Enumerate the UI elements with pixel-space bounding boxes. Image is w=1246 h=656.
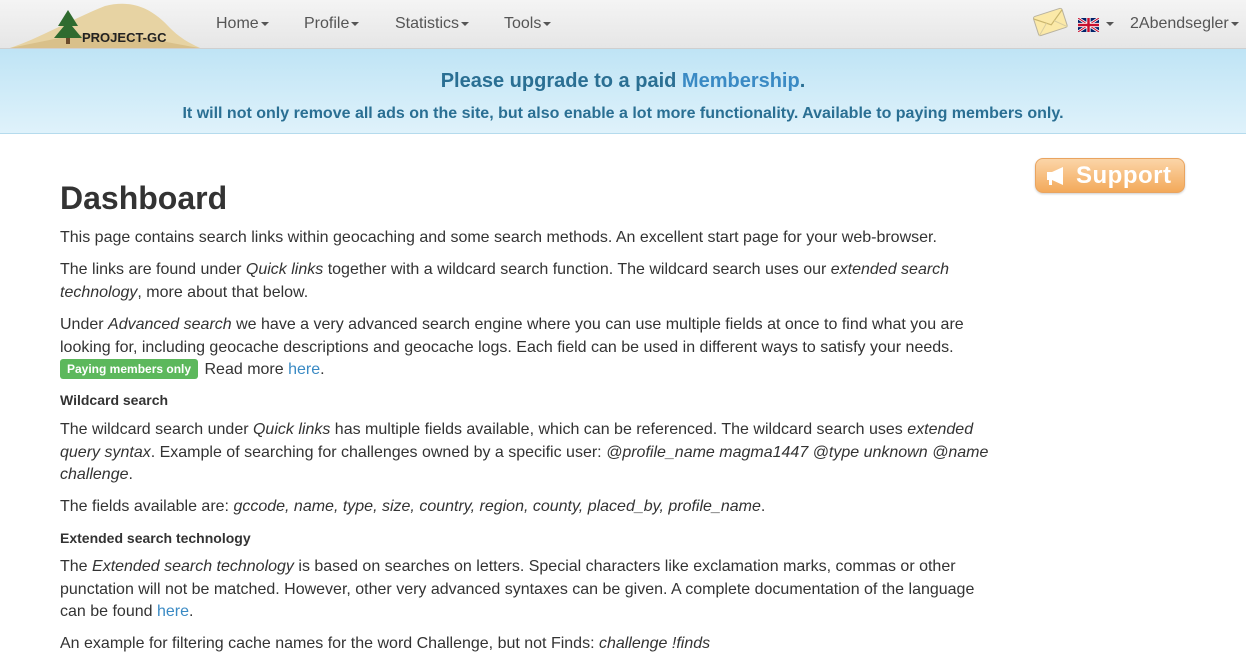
mail-icon[interactable]: [1031, 2, 1069, 40]
caret-down-icon: [543, 21, 552, 26]
fields-paragraph: The fields available are: gccode, name, …: [60, 496, 990, 519]
text: challenge !finds: [598, 635, 711, 652]
text: The fields available are:: [60, 498, 234, 515]
support-label: Support: [1076, 162, 1172, 189]
text: Quick links: [252, 421, 331, 438]
text: The: [60, 558, 93, 575]
nav-tools-label: Tools: [504, 15, 542, 32]
nav-statistics-label: Statistics: [395, 15, 460, 32]
quick-links-paragraph: The links are found under Quick links to…: [60, 259, 990, 304]
top-navbar: PROJECT-GC Home Profile Statistics Tools: [0, 0, 1246, 49]
banner-title-suffix: .: [799, 70, 806, 92]
extended-heading: Extended search technology: [60, 530, 251, 546]
nav-tools[interactable]: Tools: [504, 0, 552, 48]
banner-title-prefix: Please upgrade to a paid: [440, 70, 682, 92]
text: .: [189, 603, 194, 620]
membership-link[interactable]: Membership: [682, 70, 800, 92]
text: together with a wildcard search function…: [323, 261, 831, 278]
text: Advanced search: [108, 316, 232, 333]
banner-title: Please upgrade to a paid Membership.: [0, 70, 1246, 93]
logo-text: PROJECT-GC: [82, 30, 167, 45]
banner-subtitle: It will not only remove all ads on the s…: [182, 105, 1064, 122]
wildcard-paragraph: The wildcard search under Quick links ha…: [60, 419, 990, 487]
caret-down-icon: [461, 21, 470, 26]
caret-down-icon: [351, 21, 360, 26]
text: The links are found under: [60, 261, 246, 278]
text: , more about that below.: [137, 283, 309, 301]
wildcard-heading: Wildcard search: [60, 392, 169, 408]
caret-down-icon: [1106, 22, 1114, 26]
nav-profile-label: Profile: [304, 15, 350, 32]
language-selector[interactable]: [1076, 0, 1116, 48]
page-title: Dashboard: [60, 180, 228, 216]
text: .: [128, 466, 133, 483]
text: Extended search technology: [92, 558, 294, 575]
caret-down-icon: [260, 21, 269, 26]
text: .: [760, 498, 766, 515]
intro-paragraph: This page contains search links within g…: [60, 229, 937, 246]
text: Quick links: [245, 261, 324, 278]
example-paragraph: An example for filtering cache names for…: [60, 633, 990, 656]
text: An example for filtering cache names for…: [60, 635, 599, 652]
documentation-link[interactable]: here: [157, 603, 189, 620]
text: .: [320, 361, 325, 378]
megaphone-icon: [1047, 167, 1063, 185]
nav-home-label: Home: [216, 15, 259, 32]
support-button[interactable]: Support: [1035, 158, 1185, 193]
uk-flag-icon: [1078, 18, 1099, 32]
text: . Example of searching for challenges ow…: [150, 443, 607, 461]
text: Read more: [200, 361, 289, 378]
nav-statistics[interactable]: Statistics: [395, 0, 470, 48]
user-menu[interactable]: 2Abendsegler: [1130, 0, 1239, 48]
text: has multiple fields available, which can…: [330, 421, 908, 438]
membership-banner: Please upgrade to a paid Membership. It …: [0, 49, 1246, 134]
username: 2Abendsegler: [1130, 15, 1229, 32]
text: The wildcard search under: [60, 421, 253, 438]
text: Under: [60, 316, 109, 333]
nav-profile[interactable]: Profile: [304, 0, 360, 48]
advanced-search-paragraph: Under Advanced search we have a very adv…: [60, 314, 990, 382]
text: gccode, name, type, size, country, regio…: [233, 498, 761, 515]
nav-home[interactable]: Home: [216, 0, 269, 48]
project-gc-logo[interactable]: PROJECT-GC: [10, 0, 200, 48]
paying-members-badge: Paying members only: [60, 359, 199, 379]
caret-down-icon: [1230, 21, 1239, 26]
read-more-link[interactable]: here: [288, 361, 320, 378]
extended-paragraph: The Extended search technology is based …: [60, 556, 990, 624]
